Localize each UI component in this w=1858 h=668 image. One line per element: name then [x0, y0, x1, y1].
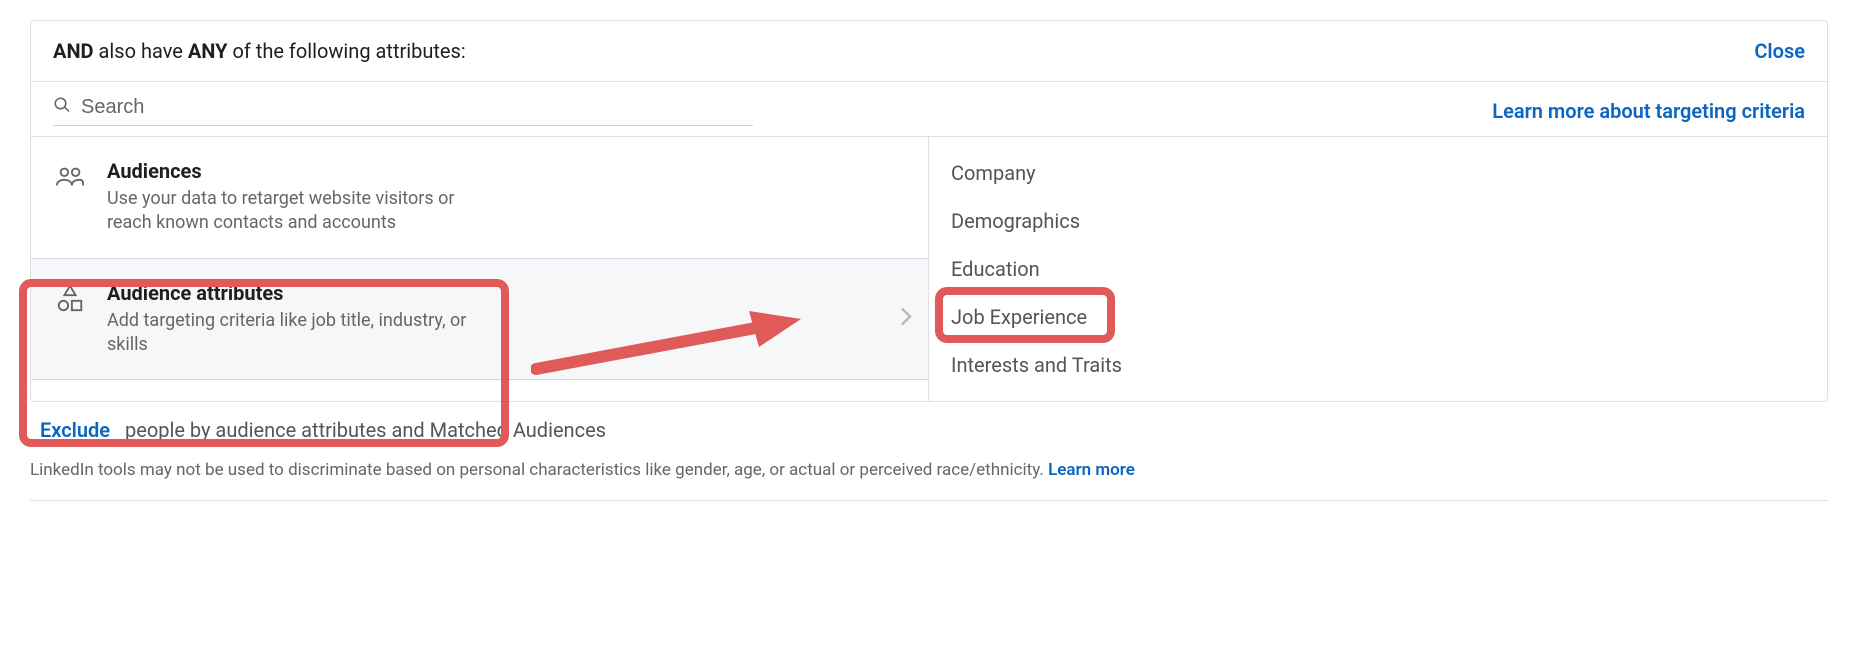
subcategory-demographics[interactable]: Demographics — [929, 197, 1827, 245]
subcategory-company[interactable]: Company — [929, 149, 1827, 197]
header-mid1: also have — [94, 39, 188, 63]
search-input[interactable] — [81, 96, 753, 119]
learn-more-targeting-link[interactable]: Learn more about targeting criteria — [1492, 99, 1805, 123]
subcategory-column: Company Demographics Education Job Exper… — [929, 137, 1827, 401]
disclaimer-learn-more-link[interactable]: Learn more — [1048, 460, 1135, 480]
header-text: AND also have ANY of the following attri… — [53, 39, 466, 63]
subcategory-job-experience[interactable]: Job Experience — [929, 293, 1827, 341]
category-audiences-desc: Use your data to retarget website visito… — [107, 187, 477, 236]
disclaimer-text: LinkedIn tools may not be used to discri… — [30, 460, 1048, 480]
targeting-panel: AND also have ANY of the following attri… — [30, 20, 1828, 402]
category-column: Audiences Use your data to retarget webs… — [31, 137, 929, 401]
subcategory-interests-traits[interactable]: Interests and Traits — [929, 341, 1827, 389]
header-and: AND — [53, 39, 94, 63]
disclaimer: LinkedIn tools may not be used to discri… — [30, 450, 1828, 501]
category-attributes-desc: Add targeting criteria like job title, i… — [107, 309, 477, 358]
category-attributes-title: Audience attributes — [107, 281, 477, 305]
header-any: ANY — [188, 39, 228, 63]
search-row: Learn more about targeting criteria — [31, 82, 1827, 136]
subcategory-education[interactable]: Education — [929, 245, 1827, 293]
exclude-link[interactable]: Exclude — [40, 418, 110, 442]
category-audiences[interactable]: Audiences Use your data to retarget webs… — [31, 137, 928, 258]
header-rest: of the following attributes: — [228, 39, 466, 63]
panel-header: AND also have ANY of the following attri… — [31, 21, 1827, 82]
search-icon — [53, 96, 71, 119]
shapes-icon — [53, 283, 87, 313]
search-wrap[interactable] — [53, 96, 753, 126]
exclude-text: people by audience attributes and Matche… — [125, 418, 606, 442]
category-audiences-title: Audiences — [107, 159, 477, 183]
category-attributes[interactable]: Audience attributes Add targeting criter… — [31, 258, 928, 381]
columns: Audiences Use your data to retarget webs… — [31, 136, 1827, 401]
chevron-right-icon — [900, 306, 912, 331]
close-button[interactable]: Close — [1754, 39, 1805, 63]
people-icon — [53, 161, 87, 191]
exclude-row: Exclude people by audience attributes an… — [30, 402, 1828, 450]
